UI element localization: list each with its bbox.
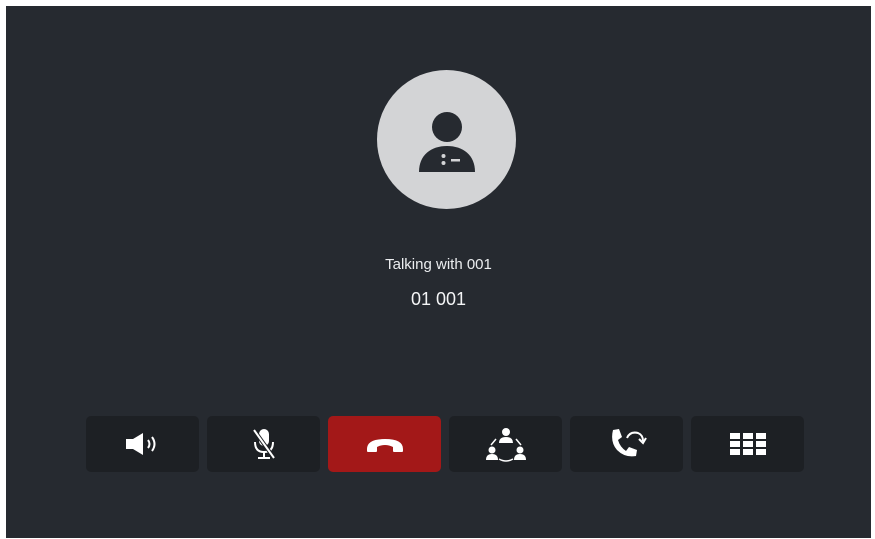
mute-button[interactable]	[207, 416, 320, 472]
conference-button[interactable]	[449, 416, 562, 472]
call-screen: Talking with 001 01 001	[6, 6, 871, 538]
call-number-text: 01 001	[410, 289, 467, 309]
speaker-button[interactable]	[86, 416, 199, 472]
person-icon	[407, 100, 487, 180]
call-transfer-icon	[607, 426, 647, 462]
caller-avatar	[377, 70, 516, 209]
keypad-icon	[728, 431, 768, 457]
speaker-icon	[123, 430, 163, 458]
hangup-button[interactable]	[328, 416, 441, 472]
keypad-button[interactable]	[691, 416, 804, 472]
call-controls	[86, 416, 804, 472]
call-status-text: Talking with 001	[385, 256, 492, 273]
hangup-icon	[363, 433, 407, 455]
conference-icon	[484, 426, 528, 462]
microphone-muted-icon	[249, 427, 279, 461]
transfer-button[interactable]	[570, 416, 683, 472]
